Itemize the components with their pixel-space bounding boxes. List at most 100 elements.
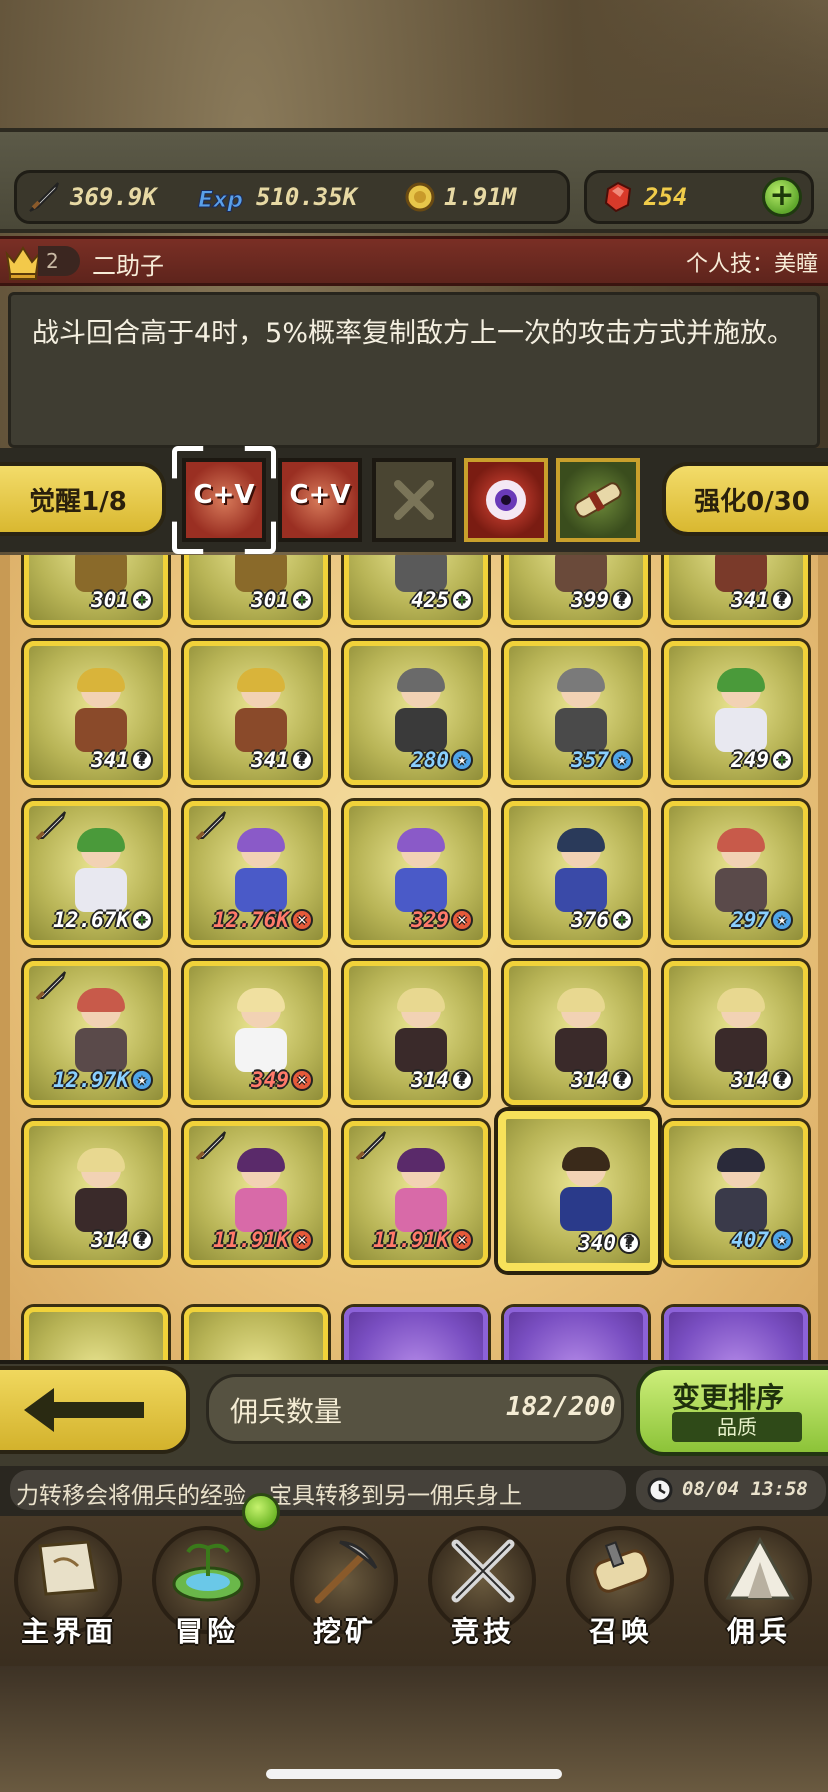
mercenary-card[interactable]: 341? — [184, 641, 328, 785]
mercenary-status-badge: ★ — [131, 1069, 153, 1091]
mercenary-level: 280 ★ — [411, 748, 473, 772]
equipped-sword-icon — [35, 811, 66, 841]
mercenary-status-badge: ✕ — [451, 909, 473, 931]
scroll-bundle-icon — [574, 482, 622, 518]
mercenary-status-badge: ? — [291, 749, 313, 771]
mercenary-level: 301 + — [91, 588, 153, 612]
skill-slot-empty[interactable] — [372, 458, 456, 542]
nav-label: 佣兵 — [726, 1615, 791, 1648]
mercenary-status-badge: ★ — [611, 749, 633, 771]
nav-item-5[interactable]: 召唤 — [552, 1516, 690, 1656]
mercenary-card[interactable]: 349 ✕ — [184, 961, 328, 1105]
mercenary-card[interactable]: 376 + — [504, 801, 648, 945]
mercenary-status-badge: ? — [131, 749, 153, 771]
skill-slot-eye[interactable] — [464, 458, 548, 542]
mercenary-card[interactable]: 249 + — [664, 641, 808, 785]
mercenary-card[interactable]: 301 + — [24, 555, 168, 625]
nav-label: 竞技 — [450, 1615, 515, 1648]
mercenary-sprite — [71, 668, 131, 754]
mercenary-level: 329 ✕ — [411, 908, 473, 932]
clock-icon — [647, 1477, 673, 1503]
mercenary-sprite — [551, 988, 611, 1074]
mercenary-level-value: 341 — [91, 748, 129, 772]
strengthen-button[interactable]: 强化0/30 — [662, 462, 828, 536]
mercenary-status-badge: ✕ — [291, 1069, 313, 1091]
mercenary-level: 341? — [251, 748, 313, 772]
mercenary-status-badge: ? — [451, 1069, 473, 1091]
mercenary-card-partial[interactable] — [184, 1307, 328, 1360]
mercenary-level-value: 357 — [571, 748, 609, 772]
mercenary-sprite — [711, 828, 771, 914]
mercenary-level: 12.67K + — [53, 908, 153, 932]
mercenary-card[interactable]: 11.91K ✕ — [184, 1121, 328, 1265]
mercenary-card[interactable]: 329 ✕ — [344, 801, 488, 945]
equipped-sword-icon — [355, 1131, 386, 1161]
mercenary-status-badge: ★ — [771, 1229, 793, 1251]
mercenary-card-partial[interactable] — [504, 1307, 648, 1360]
nav-item-4[interactable]: 竞技 — [414, 1516, 552, 1656]
mercenary-card[interactable]: 314? — [664, 961, 808, 1105]
mercenary-grid: 301 +301 +425 +399? 341? 341? 341? 280 ★ 357 ★ 249 +… — [0, 555, 828, 1360]
mercenary-card[interactable]: 297 ★ — [664, 801, 808, 945]
nav-item-3[interactable]: 挖矿 — [276, 1516, 414, 1656]
add-gems-button[interactable]: + — [762, 177, 802, 217]
exp-icon: Exp — [196, 179, 248, 215]
mercenary-card[interactable]: 12.97K ★ — [24, 961, 168, 1105]
skill-slot-scroll[interactable] — [556, 458, 640, 542]
mercenary-status-badge: + — [611, 909, 633, 931]
notification-dot — [242, 1493, 280, 1531]
mercenary-sprite — [71, 828, 131, 914]
mercenary-level: 376 + — [571, 908, 633, 932]
sort-mode-label: 品质 — [672, 1412, 802, 1442]
mercenary-card[interactable]: 314? — [504, 961, 648, 1105]
nav-item-6[interactable]: 佣兵 — [690, 1516, 828, 1656]
mercenary-card[interactable]: 399? — [504, 555, 648, 625]
mercenary-card[interactable]: 314? — [24, 1121, 168, 1265]
mercenary-level-value: 376 — [571, 908, 609, 932]
nav-label: 挖矿 — [312, 1615, 377, 1648]
mercenary-card[interactable]: 407 ★ — [664, 1121, 808, 1265]
map-scroll-icon — [38, 1540, 98, 1596]
mercenary-card[interactable]: 340? — [498, 1111, 658, 1271]
mercenary-card[interactable]: 425 + — [344, 555, 488, 625]
mercenary-card[interactable]: 280 ★ — [344, 641, 488, 785]
mercenary-card-partial[interactable] — [344, 1307, 488, 1360]
mercenary-card[interactable]: 301 + — [184, 555, 328, 625]
mercenary-card[interactable]: 12.67K + — [24, 801, 168, 945]
nav-item-1[interactable]: 主界面 — [0, 1516, 138, 1656]
gold-coin-icon — [400, 179, 436, 215]
skill-slot-copy-paste-handshake[interactable]: C+V — [278, 458, 362, 542]
nav-item-2[interactable]: 冒险 — [138, 1516, 276, 1656]
mercenary-status-badge: ? — [771, 1069, 793, 1091]
copy-paste-handshake-icon: C+V — [289, 480, 351, 510]
mercenary-level: 340? — [578, 1231, 640, 1255]
mercenary-level: 314? — [731, 1068, 793, 1092]
home-indicator[interactable] — [266, 1769, 562, 1779]
mercenary-sprite — [556, 1147, 616, 1233]
exp-stat: Exp 510.35K — [196, 178, 358, 216]
mercenary-card[interactable]: 314? — [344, 961, 488, 1105]
gold-value: 1.91M — [444, 183, 517, 211]
mercenary-sprite — [711, 988, 771, 1074]
mercenary-card-partial[interactable] — [24, 1307, 168, 1360]
crossed-swords-icon — [451, 1539, 515, 1603]
mercenary-card[interactable]: 11.91K ✕ — [344, 1121, 488, 1265]
sword-icon — [26, 179, 62, 215]
mercenary-status-badge: ✕ — [451, 1229, 473, 1251]
mercenary-level-value: 12.67K — [53, 908, 129, 932]
mercenary-card[interactable]: 357 ★ — [504, 641, 648, 785]
mercenary-level-value: 314 — [411, 1068, 449, 1092]
mercenary-count-value: 182/200 — [506, 1392, 616, 1422]
awaken-button[interactable]: 觉醒1/8 — [0, 462, 166, 536]
mercenary-card[interactable]: 341? — [664, 555, 808, 625]
mercenary-level: 249 + — [731, 748, 793, 772]
mercenary-status-badge: ? — [611, 589, 633, 611]
mercenary-sprite — [391, 988, 451, 1074]
mercenary-card[interactable]: 341? — [24, 641, 168, 785]
mercenary-card[interactable]: 12.76K ✕ — [184, 801, 328, 945]
selection-frame — [172, 446, 276, 554]
mercenary-card-partial[interactable] — [664, 1307, 808, 1360]
back-button[interactable] — [0, 1366, 190, 1454]
mercenary-level: 357 ★ — [571, 748, 633, 772]
mercenary-level: 399? — [571, 588, 633, 612]
